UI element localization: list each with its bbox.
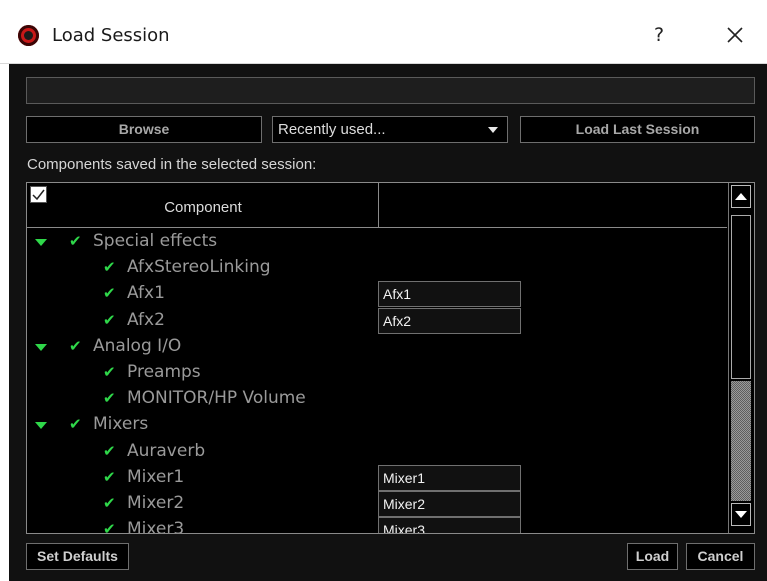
expand-triangle-icon[interactable]: [35, 422, 47, 430]
load-last-session-button[interactable]: Load Last Session: [520, 116, 755, 143]
set-defaults-button[interactable]: Set Defaults: [26, 543, 129, 570]
scroll-down-arrow-icon[interactable]: [731, 503, 751, 526]
scroll-track[interactable]: [731, 381, 751, 501]
components-tree[interactable]: Component ✔ Special effects ✔ AfxStereoLink…: [26, 182, 755, 534]
header-component-label: Component: [164, 199, 242, 216]
checkmark-icon[interactable]: ✔: [103, 389, 116, 407]
checkmark-icon[interactable]: ✔: [103, 311, 116, 329]
checkmark-icon[interactable]: ✔: [103, 520, 116, 533]
dropdown-arrow-icon: [488, 127, 498, 133]
checkmark-icon[interactable]: ✔: [103, 258, 116, 276]
checkmark-icon[interactable]: ✔: [103, 363, 116, 381]
vertical-scrollbar[interactable]: [728, 183, 754, 533]
name-cell[interactable]: Mixer1: [378, 464, 521, 491]
name-cell[interactable]: Mixer3: [378, 517, 521, 533]
tree-row-label: AfxStereoLinking: [127, 257, 271, 278]
tree-row-label: Analog I/O: [93, 335, 182, 356]
tree-row-label: Auraverb: [127, 440, 206, 461]
components-label: Components saved in the selected session…: [27, 156, 317, 173]
checkmark-icon[interactable]: ✔: [69, 232, 82, 250]
load-button[interactable]: Load: [627, 543, 678, 570]
scroll-up-arrow-icon[interactable]: [731, 185, 751, 208]
tree-row-label: Preamps: [127, 362, 201, 382]
tree-row[interactable]: ✔ Preamps: [27, 360, 727, 386]
tree-row[interactable]: ✔ Auraverb: [27, 439, 727, 465]
browse-button[interactable]: Browse: [26, 116, 262, 143]
checkmark-icon[interactable]: ✔: [103, 442, 116, 460]
checkmark-icon[interactable]: ✔: [69, 337, 82, 355]
tree-row-label: Mixer2: [127, 493, 185, 513]
expand-triangle-icon[interactable]: [35, 239, 47, 246]
name-cell[interactable]: Afx1: [378, 281, 521, 308]
tree-row[interactable]: ✔ Mixer1 Mixer1: [27, 464, 727, 491]
window-title: Load Session: [52, 25, 170, 46]
tree-row[interactable]: ✔ MONITOR/HP Volume: [27, 386, 727, 412]
tree-row[interactable]: ✔ Analog I/O: [27, 334, 727, 360]
tree-row-label: Afx2: [127, 309, 165, 330]
checkmark-icon[interactable]: ✔: [103, 284, 116, 302]
tree-row[interactable]: ✔ Mixer3 Mixer3: [27, 517, 727, 534]
recent-sessions-dropdown[interactable]: Recently used...: [272, 116, 508, 143]
tree-row-label: MONITOR/HP Volume: [127, 388, 306, 409]
table-header: Component: [27, 183, 727, 228]
close-icon: [727, 27, 743, 43]
dropdown-value: Recently used...: [278, 121, 386, 138]
tree-row[interactable]: ✔ Mixer2 Mixer2: [27, 491, 727, 517]
tree-row[interactable]: ✔ Mixers: [27, 412, 727, 438]
checkmark-icon[interactable]: ✔: [103, 494, 116, 512]
tree-row-label: Special effects: [93, 231, 218, 251]
name-cell[interactable]: Mixer2: [378, 491, 521, 517]
tree-row[interactable]: ✔ Afx2 Afx2: [27, 307, 727, 334]
cancel-button[interactable]: Cancel: [686, 543, 755, 570]
tree-row[interactable]: ✔ AfxStereoLinking: [27, 255, 727, 281]
tree-row[interactable]: ✔ Special effects: [27, 229, 727, 255]
tree-row-label: Mixers: [93, 414, 149, 435]
tree-row-label: Afx1: [127, 283, 165, 304]
tree-row-label: Mixer1: [127, 466, 185, 487]
close-button[interactable]: [720, 20, 750, 50]
name-cell[interactable]: Afx2: [378, 307, 521, 334]
tree-row-label: Mixer3: [127, 519, 185, 534]
header-component-column[interactable]: Component: [27, 183, 379, 227]
tree-row[interactable]: ✔ Afx1 Afx1: [27, 281, 727, 308]
help-button[interactable]: ?: [646, 20, 672, 50]
title-bar: Load Session ?: [0, 0, 767, 64]
app-logo-icon: [18, 25, 39, 46]
scroll-thumb[interactable]: [731, 215, 751, 379]
checkmark-icon[interactable]: ✔: [103, 468, 116, 486]
expand-triangle-icon[interactable]: [35, 343, 47, 351]
session-path-field[interactable]: [26, 77, 755, 104]
checkmark-icon[interactable]: ✔: [69, 415, 82, 433]
